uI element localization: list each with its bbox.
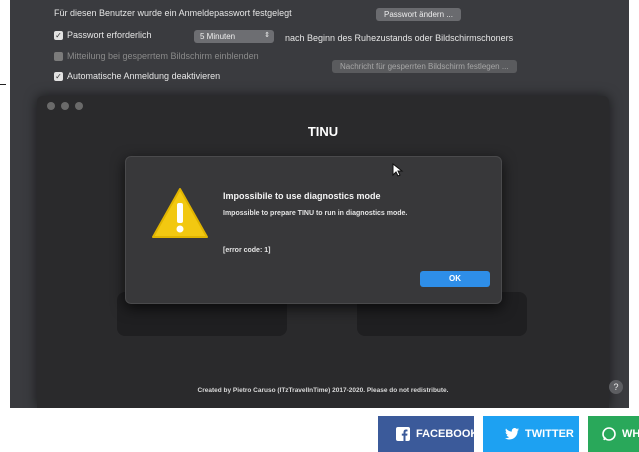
alert-message: Impossible to prepare TINU to run in dia… <box>223 210 408 217</box>
mouse-cursor-icon <box>392 163 404 177</box>
alert-title: Impossibile to use diagnostics mode <box>223 191 381 201</box>
chevron-updown-icon: ⇕ <box>264 32 270 39</box>
error-alert-dialog: Impossibile to use diagnostics mode Impo… <box>125 156 502 304</box>
require-password-delay-select[interactable]: 5 Minuten ⇕ <box>194 30 274 43</box>
facebook-share-button[interactable]: FACEBOOK <box>378 416 474 452</box>
disable-auto-login-row: ✓ Automatische Anmeldung deaktivieren <box>54 71 221 82</box>
warning-icon <box>152 188 208 238</box>
facebook-icon <box>396 416 410 452</box>
whatsapp-label: WH <box>622 428 639 440</box>
alert-error-code: [error code: 1] <box>223 247 271 254</box>
twitter-label: TWITTER <box>525 428 574 440</box>
facebook-label: FACEBOOK <box>416 428 474 440</box>
ok-button[interactable]: OK <box>420 271 490 287</box>
twitter-share-button[interactable]: TWITTER <box>483 416 579 452</box>
whatsapp-icon <box>602 416 616 452</box>
page-edge-mark <box>0 84 6 85</box>
require-password-delay-value: 5 Minuten <box>200 32 236 41</box>
require-password-label: Passwort erforderlich <box>67 30 152 40</box>
disable-auto-login-label: Automatische Anmeldung deaktivieren <box>67 71 221 81</box>
whatsapp-share-button[interactable]: WH <box>588 416 639 452</box>
change-password-button[interactable]: Passwort ändern ... <box>376 8 461 21</box>
help-button[interactable]: ? <box>609 380 623 394</box>
monitor-screen: Für diesen Benutzer wurde ein Anmeldepas… <box>10 0 629 408</box>
close-window-icon[interactable] <box>47 102 55 110</box>
show-message-row: Mitteilung bei gesperrtem Bildschirm ein… <box>54 51 259 62</box>
password-set-text: Für diesen Benutzer wurde ein Anmeldepas… <box>54 8 292 18</box>
show-message-checkbox[interactable] <box>54 52 63 62</box>
footer-credit: Created by Pietro Caruso (ITzTravelInTim… <box>197 387 449 394</box>
minimize-window-icon[interactable] <box>61 102 69 110</box>
disable-auto-login-checkbox[interactable]: ✓ <box>54 72 63 82</box>
require-password-suffix: nach Beginn des Ruhezustands oder Bildsc… <box>285 33 514 43</box>
window-title: TINU <box>307 124 339 139</box>
set-lock-message-button[interactable]: Nachricht für gesperrten Bildschirm fest… <box>332 60 517 73</box>
show-message-label: Mitteilung bei gesperrtem Bildschirm ein… <box>67 51 259 61</box>
zoom-window-icon[interactable] <box>75 102 83 110</box>
twitter-bird-icon <box>505 416 519 452</box>
require-password-row: ✓ Passwort erforderlich <box>54 30 152 41</box>
tinu-window: TINU Created by Pietro Caruso (ITzTravel… <box>37 96 609 408</box>
require-password-checkbox[interactable]: ✓ <box>54 31 63 41</box>
